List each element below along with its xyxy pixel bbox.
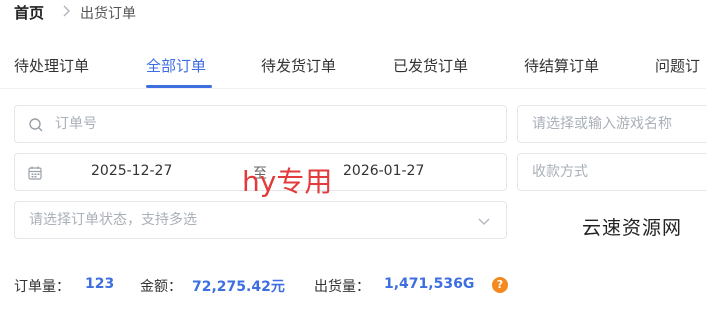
payment-select[interactable]	[517, 153, 706, 191]
tabs-divider	[0, 88, 706, 89]
side-watermark-text: 云速资源网	[582, 217, 683, 239]
tab-problem[interactable]: 问题订	[655, 55, 700, 76]
date-end[interactable]: 2026-01-27	[343, 163, 424, 179]
amount-label: 金额：	[140, 279, 182, 295]
active-tab-indicator	[146, 85, 212, 88]
chevron-down-icon	[478, 218, 490, 225]
shipment-value: 1,471,536G	[384, 276, 475, 292]
help-icon[interactable]: ?	[492, 277, 508, 293]
game-select[interactable]	[517, 105, 706, 143]
order-no-field[interactable]	[14, 105, 507, 143]
tab-pending[interactable]: 待处理订单	[14, 55, 89, 76]
date-start[interactable]: 2025-12-27	[91, 163, 172, 179]
order-count-label: 订单量：	[14, 279, 70, 295]
calendar-icon	[28, 166, 42, 180]
game-input[interactable]	[532, 106, 706, 142]
payment-input[interactable]	[532, 154, 706, 190]
amount-value: 72,275.42元	[192, 279, 285, 295]
breadcrumb-current: 出货订单	[80, 6, 136, 22]
search-icon	[29, 118, 43, 132]
tab-all[interactable]: 全部订单	[146, 55, 206, 76]
tab-shipped[interactable]: 已发货订单	[393, 55, 468, 76]
watermark-text: hy专用	[242, 165, 333, 198]
status-select[interactable]	[14, 201, 507, 239]
tab-to-ship[interactable]: 待发货订单	[261, 55, 336, 76]
tab-to-settle[interactable]: 待结算订单	[524, 55, 599, 76]
order-no-input[interactable]	[55, 106, 495, 142]
status-input[interactable]	[29, 202, 469, 238]
shipment-label: 出货量：	[314, 279, 370, 295]
breadcrumb-home[interactable]: 首页	[14, 2, 44, 23]
chevron-right-icon	[63, 5, 70, 17]
order-count-value: 123	[85, 276, 115, 292]
